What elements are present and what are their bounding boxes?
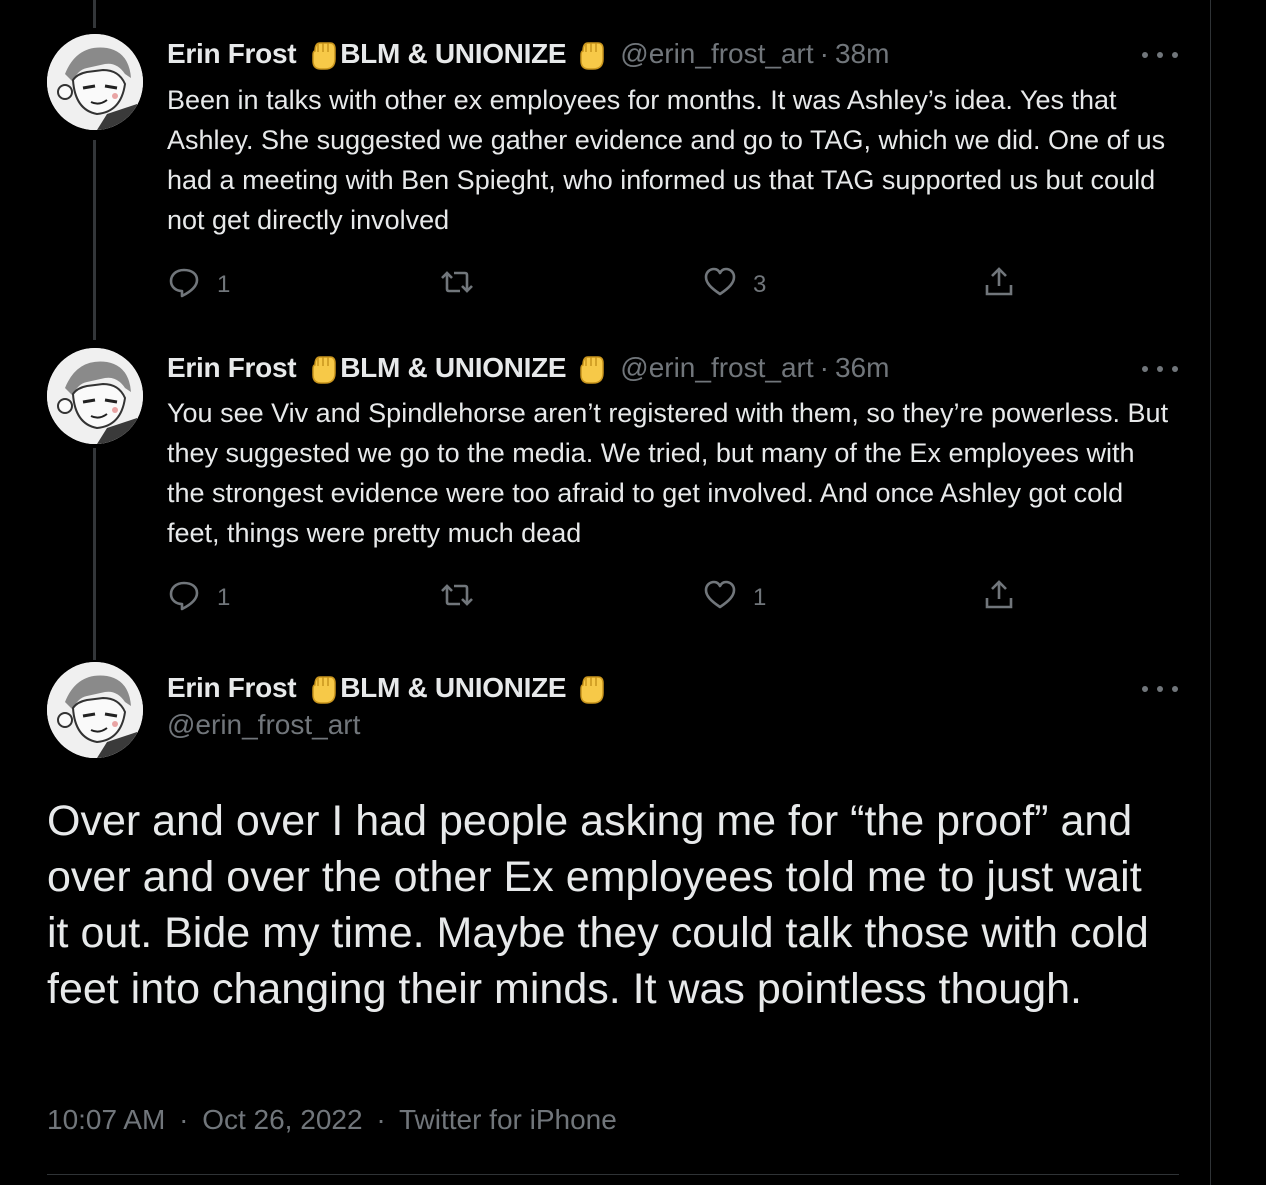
display-name-suffix[interactable]: BLM & UNIONIZE bbox=[340, 352, 566, 384]
retweet-button[interactable] bbox=[440, 578, 490, 618]
separator: · bbox=[376, 1104, 386, 1135]
tweet-source: Twitter for iPhone bbox=[398, 1104, 617, 1135]
retweet-icon bbox=[440, 578, 474, 619]
raised-fist-icon bbox=[306, 351, 340, 385]
raised-fist-icon bbox=[574, 37, 608, 71]
main-tweet-text: Over and over I had people asking me for… bbox=[47, 797, 1149, 1013]
share-icon bbox=[982, 578, 1016, 619]
reply-count: 1 bbox=[217, 584, 231, 611]
reply-icon bbox=[167, 578, 201, 619]
tweet-header: Erin Frost BLM & UNIONIZE @erin_frost_ar… bbox=[167, 34, 889, 74]
separator: · bbox=[819, 38, 829, 69]
raised-fist-icon bbox=[306, 37, 340, 71]
avatar-image bbox=[47, 348, 143, 444]
tweet-thread-page: Erin Frost BLM & UNIONIZE @erin_frost_ar… bbox=[0, 0, 1266, 1185]
retweet-button[interactable] bbox=[440, 265, 490, 305]
tweet-header: Erin Frost BLM & UNIONIZE bbox=[167, 668, 608, 708]
display-name[interactable]: Erin Frost bbox=[167, 672, 297, 704]
thread-line bbox=[93, 140, 96, 340]
heart-icon bbox=[703, 265, 737, 306]
like-button[interactable]: 3 bbox=[703, 265, 766, 305]
share-button[interactable] bbox=[982, 578, 1016, 618]
display-name-suffix[interactable]: BLM & UNIONIZE bbox=[340, 38, 566, 70]
more-icon[interactable] bbox=[1142, 679, 1178, 699]
display-name[interactable]: Erin Frost bbox=[167, 38, 297, 70]
user-handle[interactable]: @erin_frost_art bbox=[167, 709, 360, 741]
tweet-actions: 1 1 bbox=[167, 578, 1167, 618]
tweet-text: You see Viv and Spindlehorse aren’t regi… bbox=[167, 398, 1169, 548]
separator: · bbox=[819, 352, 829, 383]
display-name[interactable]: Erin Frost bbox=[167, 352, 297, 384]
share-button[interactable] bbox=[982, 265, 1016, 305]
tweet-text: Been in talks with other ex employees fo… bbox=[167, 85, 1166, 235]
retweet-icon bbox=[440, 265, 474, 306]
tweet-date[interactable]: Oct 26, 2022 bbox=[202, 1104, 362, 1135]
reply-button[interactable]: 1 bbox=[167, 265, 230, 305]
thread-line bbox=[93, 448, 96, 660]
thread-line bbox=[93, 0, 96, 28]
tweet-time[interactable]: 10:07 AM bbox=[47, 1104, 165, 1135]
avatar[interactable] bbox=[47, 662, 143, 758]
reply-button[interactable]: 1 bbox=[167, 578, 230, 618]
raised-fist-icon bbox=[574, 351, 608, 385]
avatar-image bbox=[47, 34, 143, 130]
reply-icon bbox=[167, 265, 201, 306]
avatar[interactable] bbox=[47, 34, 143, 130]
user-handle[interactable]: @erin_frost_art bbox=[620, 38, 813, 70]
separator: · bbox=[179, 1104, 189, 1135]
tweet-time[interactable]: 36m bbox=[835, 352, 889, 384]
user-handle[interactable]: @erin_frost_art bbox=[620, 352, 813, 384]
timeline-border bbox=[1210, 0, 1211, 1185]
raised-fist-icon bbox=[574, 671, 608, 705]
heart-icon bbox=[703, 578, 737, 619]
display-name-suffix[interactable]: BLM & UNIONIZE bbox=[340, 672, 566, 704]
share-icon bbox=[982, 265, 1016, 306]
tweet-actions: 1 3 bbox=[167, 265, 1167, 305]
reply-count: 1 bbox=[217, 271, 231, 298]
avatar-image bbox=[47, 662, 143, 758]
divider bbox=[47, 1174, 1179, 1175]
raised-fist-icon bbox=[306, 671, 340, 705]
tweet-header: Erin Frost BLM & UNIONIZE @erin_frost_ar… bbox=[167, 348, 889, 388]
like-count: 1 bbox=[753, 584, 767, 611]
like-count: 3 bbox=[753, 271, 767, 298]
tweet-time[interactable]: 38m bbox=[835, 38, 889, 70]
tweet-metadata: 10:07 AM · Oct 26, 2022 · Twitter for iP… bbox=[47, 1104, 617, 1136]
avatar[interactable] bbox=[47, 348, 143, 444]
more-icon[interactable] bbox=[1142, 359, 1178, 379]
more-icon[interactable] bbox=[1142, 45, 1178, 65]
like-button[interactable]: 1 bbox=[703, 578, 766, 618]
